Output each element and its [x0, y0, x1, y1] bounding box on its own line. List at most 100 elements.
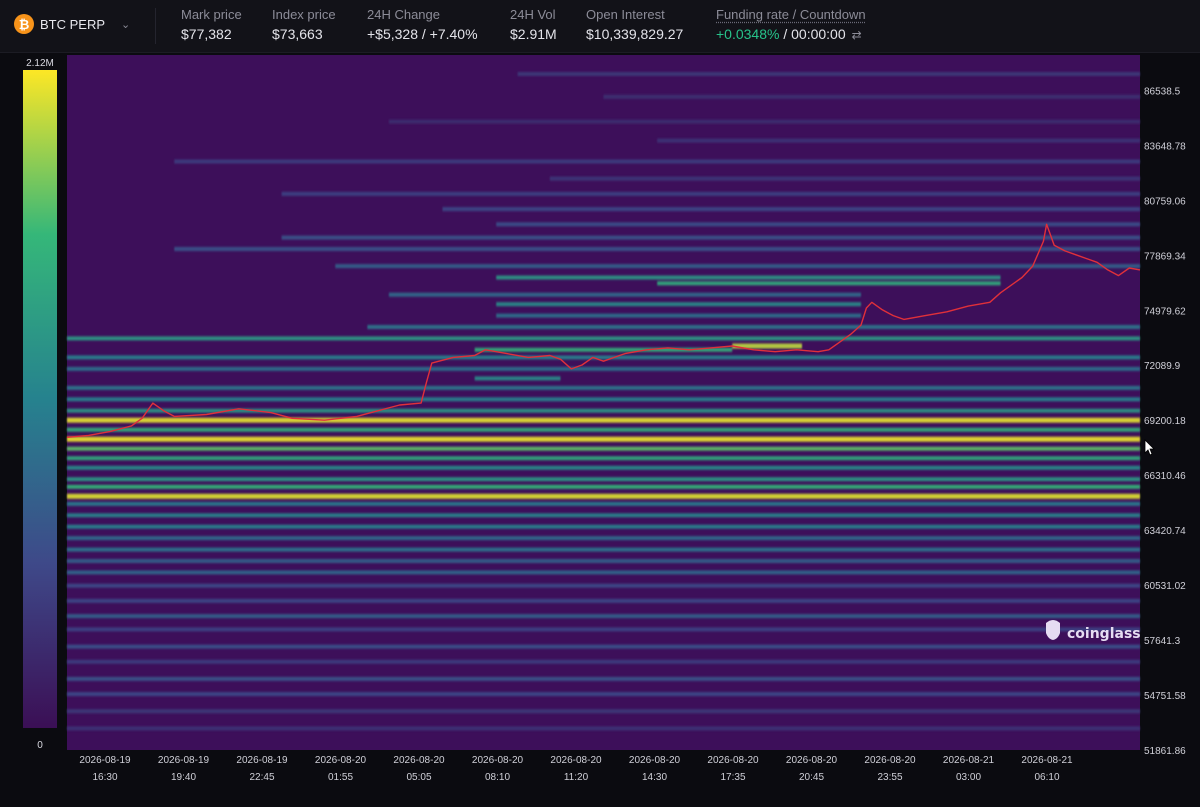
liquidation-level: [67, 692, 1140, 697]
y-tick-label: 69200.18: [1144, 416, 1186, 427]
x-tick-date: 2026-08-21: [1021, 755, 1073, 766]
y-tick-label: 66310.46: [1144, 471, 1186, 482]
liquidation-level: [367, 325, 1140, 329]
stat-label: Index price: [272, 7, 336, 22]
liquidation-level: [67, 456, 1140, 461]
liquidation-level: [67, 501, 1140, 506]
liquidation-level: [67, 547, 1140, 552]
liquidation-level: [335, 264, 1141, 269]
x-tick-date: 2026-08-19: [158, 755, 210, 766]
x-tick-date: 2026-08-20: [393, 755, 445, 766]
liquidation-level: [442, 207, 1140, 212]
y-tick-label: 72089.9: [1144, 361, 1181, 372]
liquidation-level: [657, 281, 1001, 286]
stat-value: $10,339,829.27: [586, 26, 684, 42]
y-tick-label: 63420.74: [1144, 526, 1186, 537]
funding-rate-value: +0.0348%: [716, 26, 780, 42]
cursor-icon: [1144, 439, 1155, 456]
liquidation-level: [496, 275, 1001, 280]
x-tick-time: 17:35: [720, 772, 745, 783]
liquidation-level: [67, 355, 1140, 360]
x-tick-time: 19:40: [171, 772, 196, 783]
chevron-down-icon[interactable]: ⌄: [121, 18, 130, 31]
y-tick-label: 80759.06: [1144, 196, 1186, 207]
liquidation-level: [496, 302, 861, 307]
liquidation-level: [67, 583, 1140, 588]
liquidation-level: [174, 247, 1141, 251]
stat-label: Funding rate / Countdown: [716, 7, 866, 22]
liquidation-level: [67, 493, 1140, 499]
y-tick-label: 86538.5: [1144, 86, 1181, 97]
x-tick-time: 05:05: [406, 772, 431, 783]
y-tick-label: 77869.34: [1144, 251, 1186, 262]
ticker-header: ₿ BTC PERP ⌄ Mark price $77,382 Index pr…: [0, 0, 1200, 53]
colorbar-min-label: 0: [37, 740, 43, 751]
liquidation-level: [603, 94, 1140, 99]
y-tick-label: 74979.62: [1144, 306, 1186, 317]
x-tick-time: 01:55: [328, 772, 353, 783]
stat-value: +$5,328 / +7.40%: [367, 26, 478, 42]
liquidation-level: [67, 627, 1140, 632]
x-tick-time: 11:20: [564, 772, 589, 783]
x-axis: 2026-08-19 16:30 2026-08-19 19:40 2026-08-19…: [79, 755, 1073, 783]
liquidation-level: [67, 436, 1140, 442]
swap-icon[interactable]: ⇄: [852, 28, 862, 42]
x-tick-date: 2026-08-20: [864, 755, 916, 766]
stat-index-price: Index price $73,663: [272, 6, 336, 44]
liquidation-level: [174, 159, 1141, 164]
y-tick-label: 51861.86: [1144, 746, 1186, 757]
stat-value: $73,663: [272, 26, 323, 42]
symbol-selector[interactable]: ₿ BTC PERP ⌄: [14, 8, 144, 40]
funding-countdown-value: / 00:00:00: [779, 26, 846, 42]
x-tick-date: 2026-08-20: [315, 755, 367, 766]
liquidation-level: [67, 513, 1140, 518]
liquidation-level: [496, 222, 1140, 227]
liquidation-level: [67, 709, 1140, 714]
liquidation-level: [388, 119, 1140, 124]
liquidation-level: [67, 484, 1140, 489]
liquidation-level: [67, 427, 1140, 432]
x-tick-time: 23:55: [877, 772, 902, 783]
x-tick-time: 22:45: [249, 772, 274, 783]
liquidation-level: [67, 397, 1140, 402]
stat-label: Mark price: [181, 7, 242, 22]
liquidation-level: [67, 417, 1140, 423]
x-tick-time: 14:30: [642, 772, 667, 783]
liquidation-level: [67, 336, 1140, 341]
liquidation-level: [657, 138, 1140, 143]
coinglass-mark: [1046, 620, 1060, 640]
stat-value: +0.0348% / 00:00:00 ⇄: [716, 24, 866, 45]
x-tick-date: 2026-08-20: [550, 755, 602, 766]
stat-label: Open Interest: [586, 7, 665, 22]
colorbar: [23, 70, 57, 728]
x-tick-time: 03:00: [956, 772, 981, 783]
stat-funding-rate: Funding rate / Countdown +0.0348% / 00:0…: [716, 6, 866, 45]
x-tick-date: 2026-08-19: [79, 755, 131, 766]
stat-value: $77,382: [181, 26, 232, 42]
heatmap-svg[interactable]: 2.12M 0 86538.5 83648.78 80759.06 77869.34 7…: [0, 52, 1200, 807]
stat-24h-vol: 24H Vol $2.91M: [510, 6, 557, 44]
stat-24h-change: 24H Change +$5,328 / +7.40%: [367, 6, 478, 44]
stat-mark-price: Mark price $77,382: [181, 6, 242, 44]
liquidation-level: [67, 524, 1140, 529]
x-tick-date: 2026-08-19: [236, 755, 288, 766]
liquidation-level: [67, 676, 1140, 681]
x-tick-time: 06:10: [1034, 772, 1059, 783]
x-tick-time: 20:45: [799, 772, 824, 783]
y-tick-label: 54751.58: [1144, 691, 1186, 702]
x-tick-time: 08:10: [485, 772, 510, 783]
liquidation-level: [549, 176, 1140, 181]
x-tick-date: 2026-08-20: [786, 755, 838, 766]
y-tick-label: 83648.78: [1144, 141, 1186, 152]
liquidation-level: [67, 536, 1140, 541]
symbol-name: BTC PERP: [40, 16, 106, 32]
x-tick-date: 2026-08-20: [707, 755, 759, 766]
liquidation-level: [281, 191, 1141, 196]
liquidation-level: [67, 559, 1140, 563]
liquidation-level: [67, 366, 1140, 371]
liquidation-level: [388, 292, 861, 297]
brand-text: coinglass: [1067, 626, 1141, 642]
liquidation-level: [281, 235, 1141, 240]
liquidation-level: [67, 477, 1140, 482]
stat-label: 24H Change: [367, 7, 440, 22]
